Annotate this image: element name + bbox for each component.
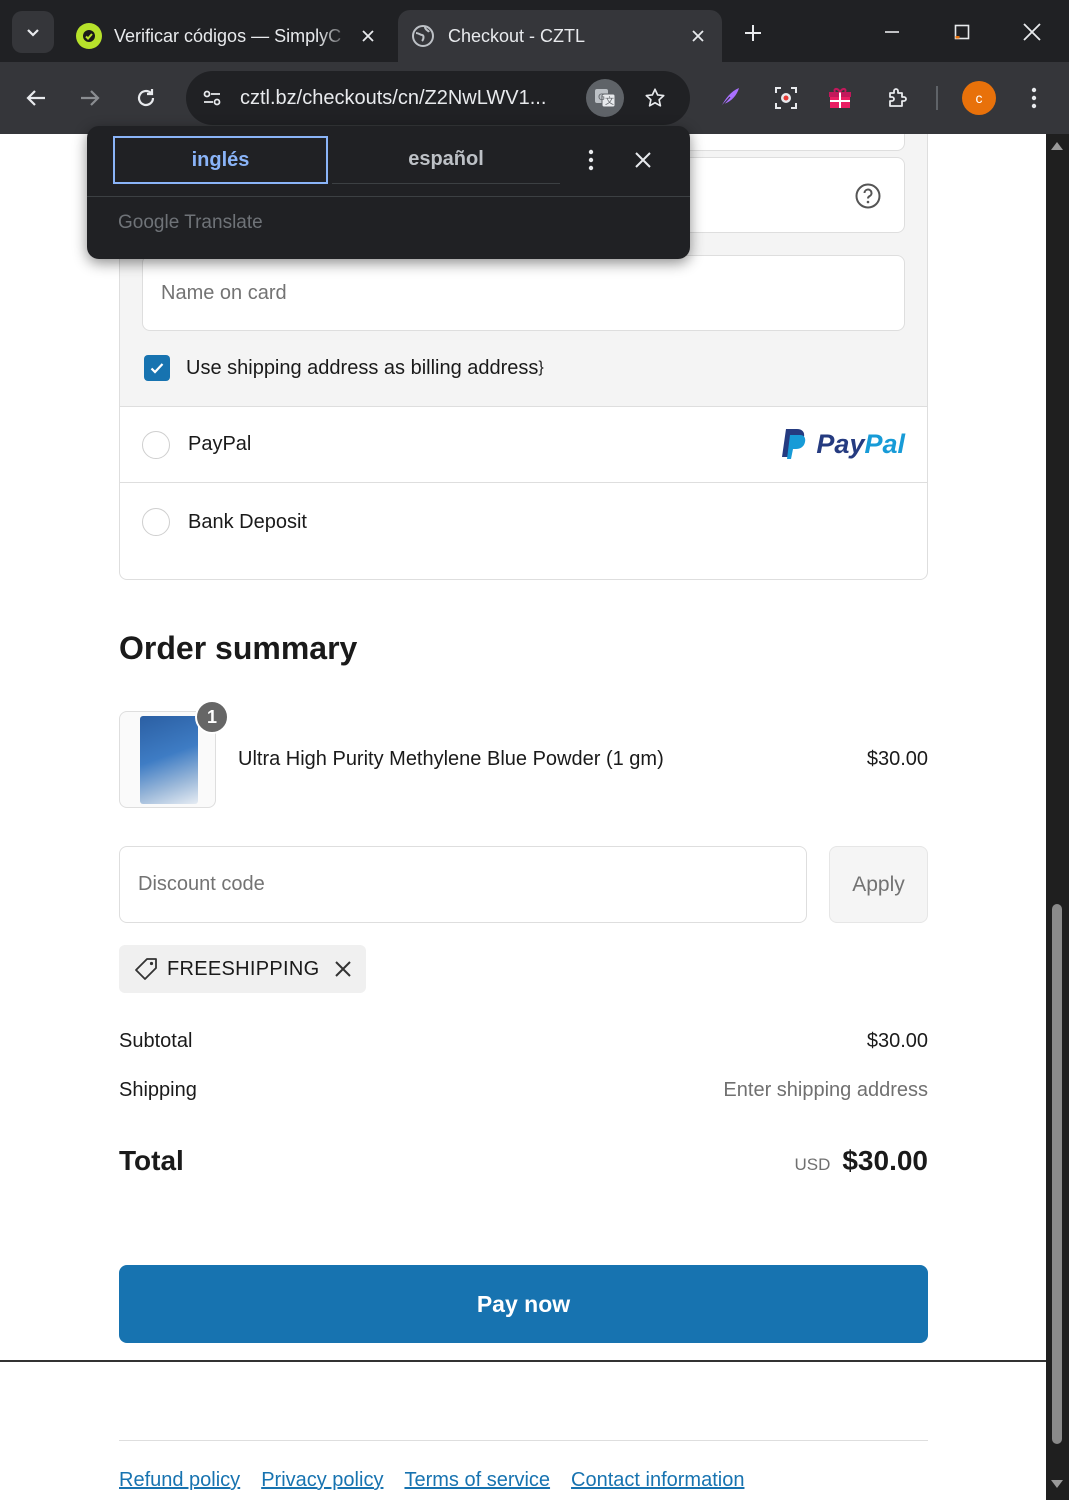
new-tab-button[interactable] bbox=[736, 16, 770, 50]
product-package-image bbox=[140, 716, 198, 804]
subtotal-label: Subtotal bbox=[119, 1030, 193, 1052]
close-window-button[interactable] bbox=[1012, 12, 1052, 52]
refund-policy-link[interactable]: Refund policy bbox=[119, 1469, 240, 1492]
toolbar-divider bbox=[936, 86, 938, 110]
privacy-policy-link[interactable]: Privacy policy bbox=[261, 1469, 383, 1492]
arrow-right-icon bbox=[81, 90, 100, 106]
svg-text:G: G bbox=[598, 93, 605, 103]
address-bar[interactable]: cztl.bz/checkouts/cn/Z2NwLWV1... G文 bbox=[186, 71, 690, 125]
discount-code-field[interactable] bbox=[119, 846, 807, 923]
tab-search-button[interactable] bbox=[12, 11, 54, 53]
name-on-card-field[interactable] bbox=[142, 255, 905, 331]
shipping-value: Enter shipping address bbox=[723, 1079, 928, 1101]
paypal-radio[interactable] bbox=[142, 430, 170, 459]
minimize-icon bbox=[885, 31, 899, 33]
chrome-menu-icon[interactable] bbox=[1014, 78, 1054, 118]
reload-icon bbox=[137, 89, 155, 107]
screenshot-extension-icon[interactable] bbox=[766, 78, 806, 118]
payment-method-paypal[interactable]: PayPal PayPal bbox=[120, 407, 927, 483]
quantity-badge: 1 bbox=[195, 700, 229, 734]
apply-discount-button[interactable]: Apply bbox=[829, 846, 928, 923]
feather-extension-icon[interactable] bbox=[710, 78, 750, 118]
contact-information-link[interactable]: Contact information bbox=[571, 1469, 744, 1492]
bank-deposit-label: Bank Deposit bbox=[188, 510, 307, 533]
paypal-label: PayPal bbox=[188, 433, 252, 455]
close-tab-icon[interactable] bbox=[354, 22, 382, 50]
name-on-card-input[interactable] bbox=[143, 256, 904, 330]
minimize-button[interactable] bbox=[872, 12, 912, 52]
shipping-label: Shipping bbox=[119, 1079, 197, 1101]
footer-separator bbox=[119, 1440, 928, 1441]
discount-code-input[interactable] bbox=[120, 847, 806, 922]
paypal-p-icon bbox=[782, 429, 806, 459]
product-image: 1 bbox=[119, 700, 229, 808]
tab-checkout[interactable]: Checkout - CZTL bbox=[398, 10, 722, 62]
simplycodes-icon bbox=[76, 23, 102, 49]
gift-extension-icon[interactable] bbox=[820, 78, 860, 118]
globe-icon bbox=[410, 23, 436, 49]
tag-icon bbox=[135, 958, 157, 980]
source-language-tab[interactable]: inglés bbox=[113, 136, 328, 184]
extensions-puzzle-icon[interactable] bbox=[878, 78, 918, 118]
paypal-logo-pal: Pal bbox=[864, 428, 905, 459]
currency-code: USD bbox=[794, 1155, 831, 1174]
total-value-group: USD $30.00 bbox=[794, 1145, 928, 1177]
paypal-logo-pay: Pay bbox=[816, 428, 865, 459]
total-label: Total bbox=[119, 1145, 184, 1176]
maximize-button[interactable] bbox=[942, 12, 982, 52]
google-translate-popup: inglés español Google Translate bbox=[87, 126, 690, 259]
help-circle-icon[interactable] bbox=[854, 182, 882, 210]
tab-title: Verificar códigos — SimplyC bbox=[114, 25, 342, 46]
billing-address-checkbox-row[interactable]: Use shipping address as billing address … bbox=[144, 355, 544, 381]
bookmark-star-icon[interactable] bbox=[636, 79, 674, 117]
profile-avatar[interactable]: c bbox=[962, 81, 996, 115]
page-scrollbar[interactable] bbox=[1046, 134, 1069, 1500]
scroll-up-arrow[interactable] bbox=[1051, 142, 1063, 150]
remove-discount-icon[interactable] bbox=[334, 960, 352, 978]
chevron-down-icon bbox=[27, 29, 39, 37]
checkmark-icon bbox=[150, 363, 164, 374]
paypal-logo: PayPal bbox=[780, 427, 905, 461]
maximize-icon bbox=[954, 24, 970, 40]
terms-of-service-link[interactable]: Terms of service bbox=[404, 1469, 550, 1492]
total-amount: $30.00 bbox=[842, 1145, 928, 1176]
close-tab-icon[interactable] bbox=[684, 22, 712, 50]
discount-code-label: FREESHIPPING bbox=[167, 957, 320, 980]
product-price: $30.00 bbox=[866, 748, 928, 770]
reload-button[interactable] bbox=[126, 78, 166, 118]
forward-button[interactable] bbox=[70, 78, 110, 118]
plus-icon bbox=[745, 25, 761, 41]
browser-tab-bar: Verificar códigos — SimplyC Checkout - C… bbox=[0, 0, 1069, 62]
bank-deposit-radio[interactable] bbox=[142, 508, 170, 536]
translate-icon[interactable]: G文 bbox=[586, 79, 624, 117]
url-text[interactable]: cztl.bz/checkouts/cn/Z2NwLWV1... bbox=[240, 87, 570, 110]
tab-title: Checkout - CZTL bbox=[448, 25, 586, 46]
footer-links: Refund policy Privacy policy Terms of se… bbox=[119, 1469, 765, 1492]
google-translate-brand: Google Translate bbox=[118, 212, 263, 233]
scroll-down-arrow[interactable] bbox=[1051, 1480, 1063, 1488]
product-name: Ultra High Purity Methylene Blue Powder … bbox=[238, 748, 664, 770]
back-button[interactable] bbox=[16, 78, 56, 118]
scrollbar-thumb[interactable] bbox=[1052, 904, 1062, 1444]
close-popup-icon[interactable] bbox=[629, 146, 657, 174]
footer-divider bbox=[0, 1360, 1046, 1362]
svg-text:文: 文 bbox=[605, 95, 614, 107]
arrow-left-icon bbox=[26, 90, 45, 106]
browser-toolbar: cztl.bz/checkouts/cn/Z2NwLWV1... G文 c bbox=[0, 62, 1069, 134]
close-icon bbox=[1023, 23, 1041, 41]
target-language-tab[interactable]: español bbox=[332, 136, 560, 184]
checkout-page: Use shipping address as billing address … bbox=[0, 134, 1046, 1500]
billing-address-label: Use shipping address as billing address bbox=[186, 356, 539, 379]
tab-simplycodes[interactable]: Verificar códigos — SimplyC bbox=[66, 10, 392, 62]
payment-method-bank-deposit[interactable]: Bank Deposit bbox=[120, 484, 927, 560]
more-options-icon[interactable] bbox=[577, 146, 605, 174]
popup-separator bbox=[87, 196, 690, 197]
site-info-icon[interactable] bbox=[194, 80, 230, 116]
billing-address-checkbox[interactable] bbox=[144, 355, 170, 381]
pay-now-button[interactable]: Pay now bbox=[119, 1265, 928, 1343]
applied-discount-chip: FREESHIPPING bbox=[119, 945, 366, 993]
subtotal-value: $30.00 bbox=[866, 1030, 928, 1052]
order-summary-title: Order summary bbox=[119, 630, 358, 666]
